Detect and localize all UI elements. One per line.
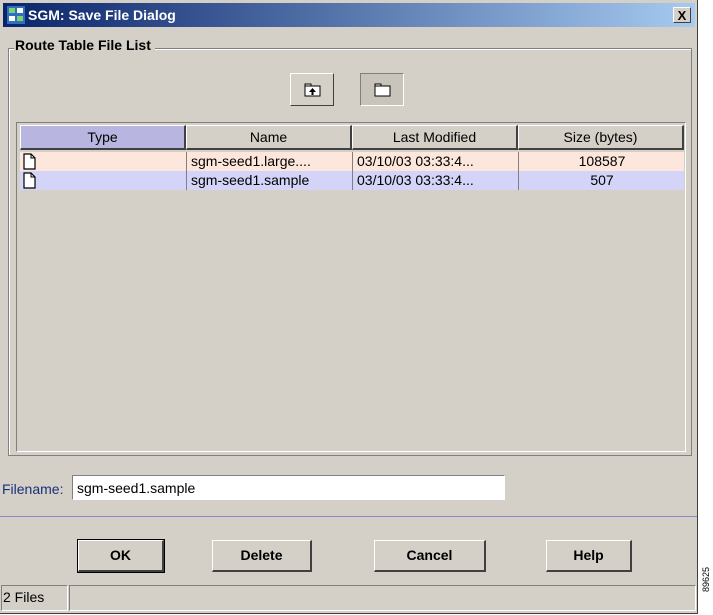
new-folder-icon bbox=[374, 83, 391, 97]
column-header-last-modified[interactable]: Last Modified bbox=[352, 125, 518, 150]
save-file-dialog: SGM: Save File Dialog X Route Table File… bbox=[0, 0, 698, 614]
status-message bbox=[69, 585, 696, 611]
column-header-type[interactable]: Type bbox=[20, 125, 186, 150]
help-button[interactable]: Help bbox=[546, 540, 632, 572]
up-folder-button[interactable] bbox=[290, 73, 334, 106]
column-header-size[interactable]: Size (bytes) bbox=[518, 125, 684, 150]
figure-number: 89625 bbox=[701, 566, 711, 592]
cancel-button[interactable]: Cancel bbox=[374, 540, 486, 572]
last-modified-cell: 03/10/03 03:33:4... bbox=[354, 171, 519, 190]
table-row[interactable]: sgm-seed1.sample 03/10/03 03:33:4... 507 bbox=[20, 171, 684, 190]
column-header-name[interactable]: Name bbox=[186, 125, 352, 150]
name-cell: sgm-seed1.sample bbox=[188, 171, 353, 190]
group-title: Route Table File List bbox=[14, 37, 155, 53]
close-button[interactable]: X bbox=[673, 7, 691, 23]
ok-button[interactable]: OK bbox=[77, 539, 165, 573]
type-cell bbox=[20, 171, 187, 190]
type-cell bbox=[20, 152, 187, 171]
app-network-icon bbox=[7, 6, 25, 24]
window-title: SGM: Save File Dialog bbox=[28, 7, 176, 23]
table-row[interactable]: sgm-seed1.large.... 03/10/03 03:33:4... … bbox=[20, 152, 684, 171]
size-cell: 108587 bbox=[578, 153, 626, 169]
separator bbox=[0, 516, 697, 517]
delete-button[interactable]: Delete bbox=[212, 540, 312, 572]
title-bar[interactable]: SGM: Save File Dialog X bbox=[3, 3, 695, 27]
file-list-table[interactable]: Type Name Last Modified Size (bytes) sgm… bbox=[16, 122, 686, 452]
file-icon bbox=[23, 172, 36, 189]
last-modified-cell: 03/10/03 03:33:4... bbox=[354, 152, 519, 171]
up-folder-icon bbox=[304, 83, 321, 97]
new-folder-button[interactable] bbox=[360, 73, 404, 106]
file-icon bbox=[23, 153, 36, 170]
filename-label: Filename: bbox=[2, 481, 64, 497]
table-header: Type Name Last Modified Size (bytes) bbox=[20, 125, 684, 150]
status-file-count: 2 Files bbox=[1, 585, 68, 611]
size-cell: 507 bbox=[590, 172, 614, 188]
name-cell: sgm-seed1.large.... bbox=[188, 152, 353, 171]
filename-input[interactable] bbox=[72, 475, 505, 500]
